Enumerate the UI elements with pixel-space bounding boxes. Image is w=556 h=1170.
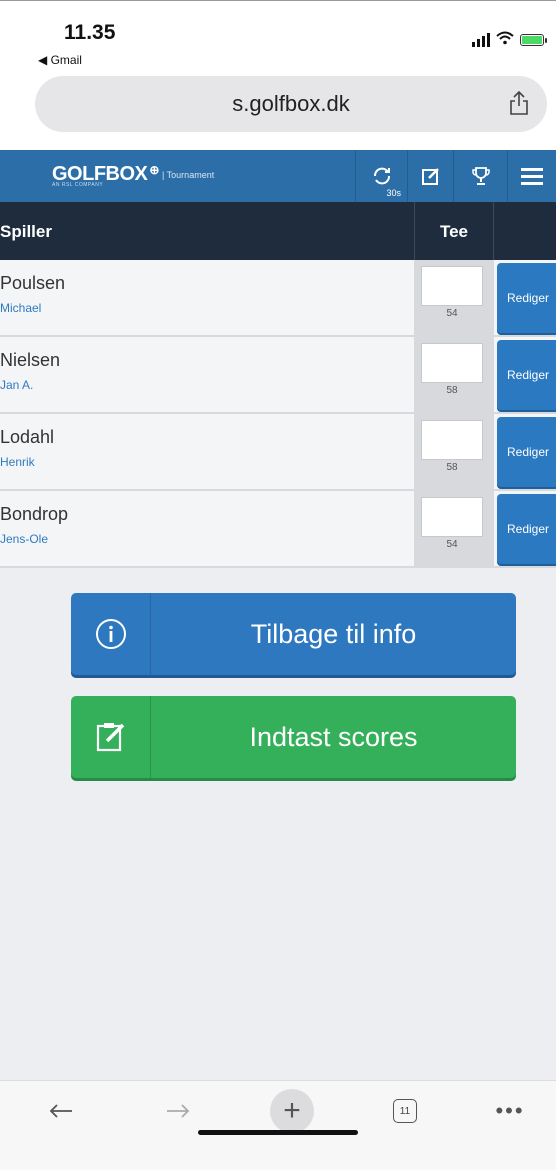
arrow-left-icon <box>49 1104 72 1118</box>
url-text[interactable]: s.golfbox.dk <box>35 91 547 117</box>
golfbox-header: GOLFBOX ⊕ AN RSL COMPANY | Tournament 30s <box>0 150 556 202</box>
wifi-icon <box>496 31 514 49</box>
player-firstname[interactable]: Jens-Ole <box>0 532 48 546</box>
scorecard-button[interactable] <box>407 150 453 202</box>
player-firstname[interactable]: Jan A. <box>0 378 33 392</box>
handicap-value: 58 <box>446 462 458 473</box>
signal-icon <box>472 33 490 47</box>
refresh-button[interactable]: 30s <box>355 150 407 202</box>
browser-bar: s.golfbox.dk <box>0 70 556 150</box>
handicap-value: 58 <box>446 385 458 396</box>
tee-input[interactable] <box>421 343 483 383</box>
share-icon[interactable] <box>509 90 529 116</box>
column-header-player: Spiller <box>0 222 52 241</box>
leaderboard-button[interactable] <box>453 150 507 202</box>
player-surname: Lodahl <box>0 427 55 447</box>
back-to-info-label: Tilbage til info <box>250 618 417 649</box>
logo-tagline: | Tournament <box>162 170 215 180</box>
status-time: 11.35 <box>64 21 116 44</box>
player-firstname[interactable]: Henrik <box>0 455 35 469</box>
more-button[interactable]: ••• <box>495 1091 525 1131</box>
status-icons <box>472 31 547 49</box>
back-button[interactable] <box>46 1091 76 1131</box>
battery-icon <box>520 34 547 46</box>
table-row: Nielsen Jan A. 58 Rediger <box>0 337 556 414</box>
tee-input[interactable] <box>421 266 483 306</box>
tab-count: 11 <box>393 1099 417 1123</box>
handicap-value: 54 <box>446 308 458 319</box>
home-indicator <box>198 1130 358 1135</box>
tee-cell: 58 <box>414 414 494 489</box>
edit-button[interactable]: Rediger <box>497 417 556 487</box>
enter-scores-label: Indtast scores <box>249 721 418 752</box>
player-surname: Nielsen <box>0 350 61 370</box>
enter-scores-button[interactable]: Indtast scores <box>71 696 516 778</box>
column-header-tee: Tee <box>414 202 494 260</box>
handicap-value: 54 <box>446 539 458 550</box>
arrow-right-icon <box>167 1104 190 1118</box>
plus-icon: + <box>283 1094 301 1127</box>
globe-icon: ⊕ <box>149 163 159 177</box>
table-row: Lodahl Henrik 58 Rediger <box>0 414 556 491</box>
tee-cell: 54 <box>414 491 494 566</box>
edit-note-icon <box>421 168 439 185</box>
info-icon <box>71 593 151 675</box>
clipboard-edit-icon <box>71 696 151 778</box>
player-surname: Bondrop <box>0 504 69 524</box>
tee-input[interactable] <box>421 420 483 460</box>
new-tab-button[interactable]: + <box>270 1089 314 1133</box>
back-to-info-button[interactable]: Tilbage til info <box>71 593 516 675</box>
tee-cell: 54 <box>414 260 494 335</box>
more-icon: ••• <box>495 1098 525 1123</box>
table-row: Bondrop Jens-Ole 54 Rediger <box>0 491 556 568</box>
refresh-icon <box>373 167 390 185</box>
trophy-icon <box>471 167 490 185</box>
tee-cell: 58 <box>414 337 494 412</box>
player-firstname[interactable]: Michael <box>0 301 41 315</box>
url-bar[interactable]: s.golfbox.dk <box>35 76 547 132</box>
back-to-gmail[interactable]: ◀ Gmail <box>38 53 82 67</box>
refresh-interval: 30s <box>386 188 401 198</box>
edit-button[interactable]: Rediger <box>497 494 556 564</box>
player-surname: Poulsen <box>0 273 66 293</box>
menu-button[interactable] <box>507 150 556 202</box>
tee-input[interactable] <box>421 497 483 537</box>
edit-button[interactable]: Rediger <box>497 263 556 333</box>
logo-subtitle: AN RSL COMPANY <box>52 182 104 188</box>
table-header: Spiller Tee <box>0 202 556 260</box>
browser-toolbar: + 11 ••• <box>0 1080 556 1170</box>
forward-button[interactable] <box>163 1091 193 1131</box>
table-row: Poulsen Michael 54 Rediger <box>0 260 556 337</box>
edit-button[interactable]: Rediger <box>497 340 556 410</box>
hamburger-icon <box>521 168 543 185</box>
status-bar: 11.35 ◀ Gmail <box>0 0 556 70</box>
tabs-button[interactable]: 11 <box>390 1091 420 1131</box>
